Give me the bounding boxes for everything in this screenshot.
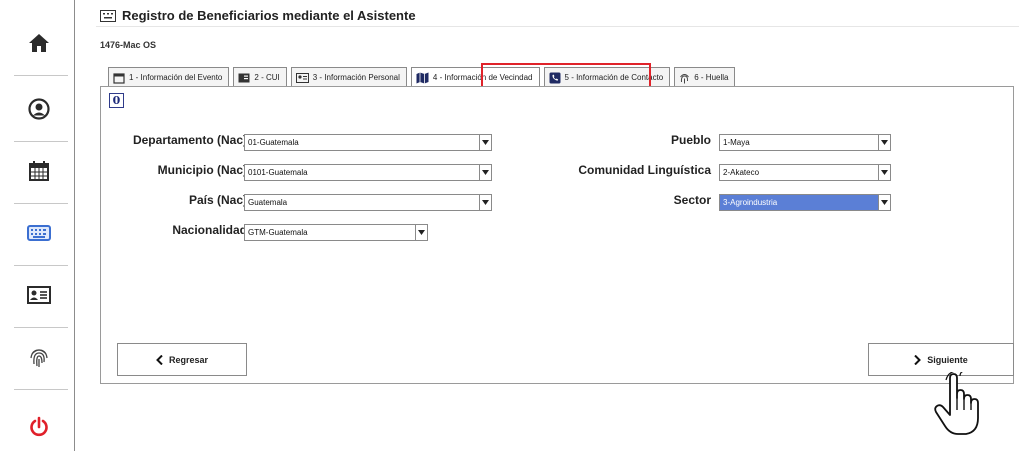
departamento-value: 01-Guatemala: [248, 138, 299, 147]
sidebar-item-id-card[interactable]: [10, 264, 68, 328]
back-button[interactable]: Regresar: [117, 343, 247, 376]
user-circle-icon: [28, 98, 50, 120]
chevron-down-icon: [878, 165, 890, 180]
sidebar-item-fingerprint[interactable]: [10, 326, 68, 390]
comunidad-linguistica-select[interactable]: 2-Akateco: [719, 164, 891, 181]
fingerprint-icon: [30, 349, 48, 367]
chevron-right-icon: [914, 354, 922, 365]
municipio-value: 0101-Guatemala: [248, 168, 308, 177]
chevron-down-icon: [878, 195, 890, 210]
back-button-label: Regresar: [168, 354, 209, 365]
chevron-left-icon: [156, 354, 163, 365]
sidebar-item-profile[interactable]: [10, 78, 68, 142]
tab-label: 4 - Información de Vecindad: [432, 73, 533, 82]
info-button[interactable]: 0: [109, 93, 124, 108]
sidebar-divider: [74, 0, 75, 451]
tab-informacion-evento[interactable]: 1 - Información del Evento: [108, 67, 230, 87]
sector-value: 3-Agroindustria: [720, 195, 878, 210]
chevron-down-icon: [479, 195, 491, 210]
sidebar: [0, 0, 82, 451]
vecindad-form-panel: 0 Departamento (Nac) 01-Guatemala Munici…: [100, 86, 1014, 384]
keyboard-icon: [27, 225, 51, 241]
tab-informacion-contacto[interactable]: 5 - Información de Contacto: [543, 67, 671, 87]
chevron-down-icon: [479, 135, 491, 150]
next-button-label: Siguiente: [927, 354, 968, 365]
map-icon: [416, 72, 429, 83]
chevron-down-icon: [479, 165, 491, 180]
tab-label: 5 - Información de Contacto: [564, 73, 664, 82]
keyboard-icon: [100, 9, 116, 22]
device-label: 1476-Mac OS: [100, 40, 157, 50]
tab-label: 1 - Información del Evento: [129, 73, 223, 82]
tab-informacion-personal[interactable]: 3 - Información Personal: [290, 67, 407, 87]
sidebar-item-home[interactable]: [10, 12, 68, 76]
municipio-select[interactable]: 0101-Guatemala: [244, 164, 492, 181]
tab-huella[interactable]: 6 - Huella: [674, 67, 736, 87]
form-label-departamento: Departamento (Nac): [132, 133, 247, 147]
chevron-down-icon: [878, 135, 890, 150]
form-label-pueblo: Pueblo: [670, 133, 711, 147]
phone-icon: [549, 72, 561, 83]
form-label-comunidad-linguistica: Comunidad Linguística: [578, 163, 711, 177]
departamento-select[interactable]: 01-Guatemala: [244, 134, 492, 151]
fingerprint-icon: [680, 73, 690, 83]
form-label-pais: País (Nac): [188, 193, 247, 207]
pueblo-value: 1-Maya: [723, 138, 750, 147]
tab-label: 3 - Información Personal: [312, 73, 400, 82]
page-title: Registro de Beneficiarios mediante el As…: [100, 8, 416, 23]
header-divider: [96, 26, 1019, 27]
tab-cui[interactable]: 2 - CUI: [233, 67, 287, 87]
form-label-municipio: Municipio (Nac): [157, 163, 247, 177]
pais-value: Guatemala: [248, 198, 288, 207]
chevron-down-icon: [415, 225, 427, 240]
card-icon: [238, 73, 250, 82]
sidebar-item-power[interactable]: [10, 396, 68, 451]
info-icon: 0: [112, 94, 121, 107]
page-title-text: Registro de Beneficiarios mediante el As…: [122, 8, 416, 23]
home-icon: [29, 34, 49, 52]
calendar-icon: [29, 161, 49, 181]
tab-label: 2 - CUI: [254, 73, 280, 82]
id-card-icon: [27, 286, 51, 304]
calendar-icon: [113, 72, 125, 84]
nacionalidad-value: GTM-Guatemala: [248, 228, 308, 237]
power-icon: [30, 416, 48, 437]
tab-bar: 1 - Información del Evento 2 - CUI 3 - I…: [108, 65, 739, 87]
hand-pointer-icon: [934, 372, 979, 435]
comunidad-linguistica-value: 2-Akateco: [723, 168, 760, 177]
nacionalidad-select[interactable]: GTM-Guatemala: [244, 224, 428, 241]
tab-label: 6 - Huella: [694, 73, 729, 82]
tab-informacion-vecindad[interactable]: 4 - Información de Vecindad: [410, 67, 540, 87]
form-label-sector: Sector: [673, 193, 711, 207]
sidebar-item-keyboard[interactable]: [10, 202, 68, 266]
pais-select[interactable]: Guatemala: [244, 194, 492, 211]
sidebar-item-calendar[interactable]: [10, 140, 68, 204]
id-card-icon: [295, 72, 309, 83]
pueblo-select[interactable]: 1-Maya: [719, 134, 891, 151]
form-label-nacionalidad: Nacionalidad: [172, 223, 247, 237]
sector-select[interactable]: 3-Agroindustria: [719, 194, 891, 211]
